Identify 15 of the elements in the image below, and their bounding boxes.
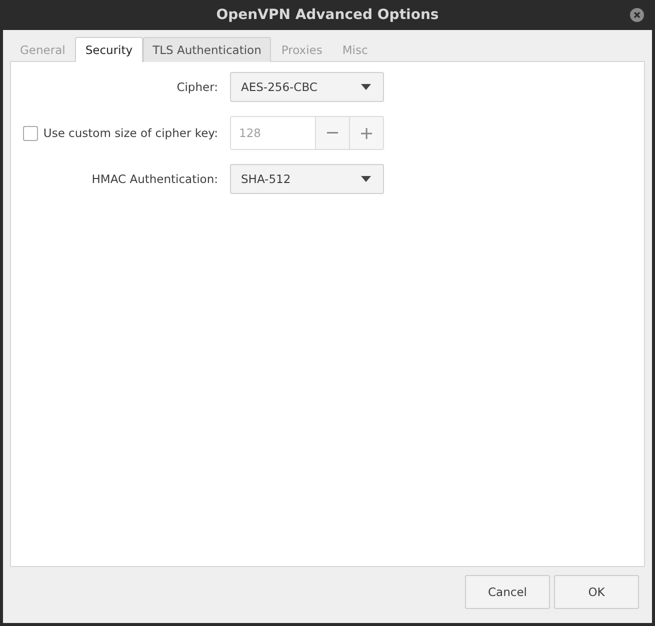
window-title: OpenVPN Advanced Options — [216, 7, 439, 23]
minus-icon[interactable] — [315, 117, 349, 149]
hmac-label: HMAC Authentication: — [92, 172, 218, 186]
plus-icon[interactable] — [349, 117, 383, 149]
tab[interactable]: Security — [75, 37, 143, 62]
cipher-dropdown[interactable]: AES-256-CBC — [230, 72, 384, 102]
close-icon[interactable] — [629, 7, 645, 23]
dropdown-caret-icon — [361, 84, 371, 90]
dialog-button[interactable]: OK — [554, 575, 639, 609]
hmac-dropdown[interactable]: SHA-512 — [230, 164, 384, 194]
tab[interactable]: TLS Authentication — [142, 37, 272, 62]
custom-key-size-label: Use custom size of cipher key: — [43, 126, 218, 140]
dialog-button[interactable]: Cancel — [465, 575, 550, 609]
cipher-label: Cipher: — [176, 80, 218, 94]
dropdown-caret-icon — [361, 176, 371, 182]
